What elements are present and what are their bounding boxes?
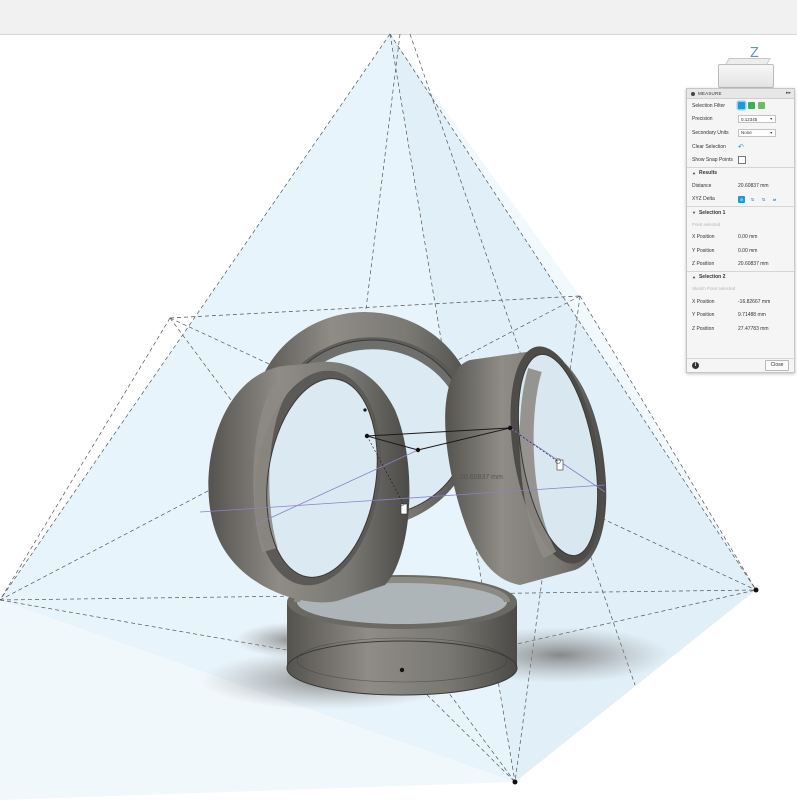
selection1-z-row: Z Position 20.60837 mm xyxy=(687,257,794,271)
z-position-value: 27.47783 mm xyxy=(738,325,769,332)
collapse-icon: ▼ xyxy=(692,170,696,176)
filter-face-icon[interactable] xyxy=(738,102,745,110)
distance-row: Distance 20.60837 mm xyxy=(687,179,794,193)
collapse-icon: ▼ xyxy=(692,274,696,280)
show-snap-points-checkbox[interactable] xyxy=(738,156,746,165)
sketch-point xyxy=(415,447,421,453)
clear-selection-label: Clear Selection xyxy=(692,143,726,150)
selection2-header: Selection 2 xyxy=(698,274,726,281)
panel-status-icon xyxy=(691,91,695,96)
sketch-point xyxy=(363,408,367,412)
expand-icon[interactable]: ▸▸ xyxy=(786,90,791,96)
delta-all-icon[interactable]: ⊘ xyxy=(738,195,745,203)
y-position-label: Y Position xyxy=(692,312,715,319)
y-position-label: Y Position xyxy=(692,247,715,254)
sketch-point xyxy=(399,667,405,673)
precision-value: 0.12345 xyxy=(741,116,758,122)
z-position-label: Z Position xyxy=(692,261,715,268)
y-position-value: 0.00 mm xyxy=(738,247,758,254)
xyz-delta-label: XYZ Delta xyxy=(692,196,715,203)
xyz-delta-row: XYZ Delta ⊘ ⇅ ⇅ ⇄ xyxy=(687,193,794,207)
x-position-value: 0.00 mm xyxy=(738,233,758,240)
results-header: Results xyxy=(698,170,718,177)
distance-value: 20.60837 mm xyxy=(738,182,769,189)
selection2-status: Sketch Point selected xyxy=(692,286,736,292)
precision-select[interactable]: 0.12345 ▼ xyxy=(738,115,776,124)
close-button[interactable]: Close xyxy=(765,360,789,371)
undo-icon[interactable]: ↶ xyxy=(738,143,744,151)
measure-title: MEASURE xyxy=(698,91,722,96)
precision-row: Precision 0.12345 ▼ xyxy=(687,113,794,127)
selection2-x-row: X Position -16.82667 mm xyxy=(687,295,794,309)
selection2-y-row: Y Position 9.71488 mm xyxy=(687,309,794,323)
measure-header[interactable]: MEASURE ▸▸ xyxy=(687,89,794,99)
x-position-label: X Position xyxy=(692,298,715,305)
z-position-value: 20.60837 mm xyxy=(738,261,769,268)
filter-body-icon[interactable] xyxy=(748,102,755,110)
secondary-units-label: Secondary Units xyxy=(692,129,729,136)
selection-filter-label: Selection Filter xyxy=(692,102,726,109)
sketch-point xyxy=(753,587,759,593)
precision-label: Precision xyxy=(692,116,713,123)
info-icon[interactable]: i xyxy=(692,362,699,369)
selection2-section-header[interactable]: ▼ Selection 2 xyxy=(687,270,794,283)
x-position-value: -16.82667 mm xyxy=(738,298,771,305)
show-snap-points-label: Show Snap Points xyxy=(692,157,733,164)
secondary-units-value: None xyxy=(741,130,752,136)
results-section-header[interactable]: ▼ Results xyxy=(687,166,794,179)
z-position-label: Z Position xyxy=(692,325,715,332)
3d-viewport[interactable]: 20.60837 mm xyxy=(0,0,797,800)
measure-dialog: MEASURE ▸▸ Selection Filter Precision 0.… xyxy=(686,88,795,373)
collapse-icon: ▼ xyxy=(692,210,696,216)
show-snap-points-row: Show Snap Points xyxy=(687,153,794,167)
clear-selection-row: Clear Selection ↶ xyxy=(687,140,794,154)
selection1-x-row: X Position 0.00 mm xyxy=(687,230,794,244)
ring-left[interactable] xyxy=(208,361,410,603)
delta-x-icon[interactable]: ⇅ xyxy=(749,196,756,203)
y-position-value: 9.71488 mm xyxy=(738,312,766,319)
selection-filter-row: Selection Filter xyxy=(687,99,794,113)
sketch-point xyxy=(512,779,518,785)
delta-y-icon[interactable]: ⇅ xyxy=(760,196,767,203)
filter-component-icon[interactable] xyxy=(758,102,765,110)
secondary-units-row: Secondary Units None ▼ xyxy=(687,126,794,140)
distance-label: Distance xyxy=(692,182,712,189)
selection1-status: Point selected xyxy=(692,221,721,227)
sketch-point xyxy=(364,433,370,439)
delta-z-icon[interactable]: ⇄ xyxy=(771,196,778,203)
selection2-z-row: Z Position 27.47783 mm xyxy=(687,322,794,336)
sketch-point xyxy=(507,425,513,431)
selection1-header: Selection 1 xyxy=(698,209,726,216)
x-position-label: X Position xyxy=(692,233,715,240)
chevron-down-icon: ▼ xyxy=(769,117,773,122)
chevron-down-icon: ▼ xyxy=(769,130,773,135)
selection1-section-header[interactable]: ▼ Selection 1 xyxy=(687,206,794,218)
secondary-units-select[interactable]: None ▼ xyxy=(738,128,776,137)
measure-readout-label: 20.60837 mm xyxy=(460,474,503,481)
selection1-y-row: Y Position 0.00 mm xyxy=(687,244,794,258)
view-cube[interactable]: Z xyxy=(712,44,774,92)
view-cube-front[interactable] xyxy=(718,64,774,88)
measure-footer: i Close xyxy=(687,358,794,372)
